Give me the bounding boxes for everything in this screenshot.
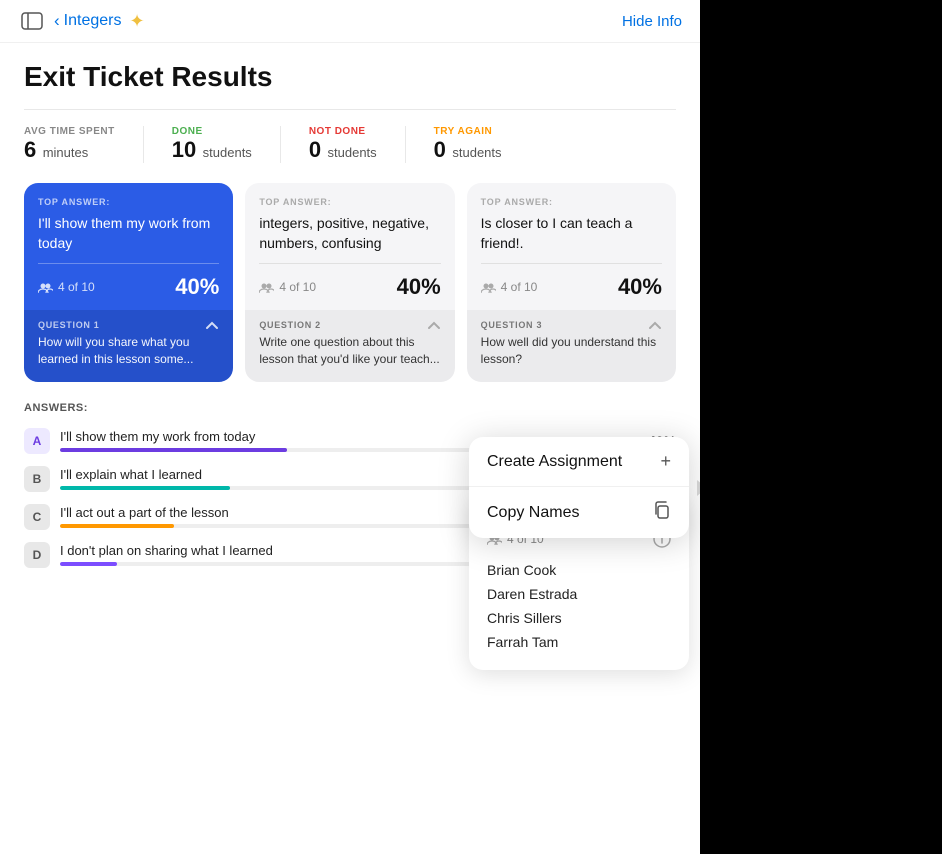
- card-2-top-answer-label: TOP ANSWER:: [259, 197, 440, 207]
- stat-avg-time-unit: minutes: [43, 145, 89, 160]
- hide-info-button[interactable]: Hide Info: [622, 13, 682, 30]
- back-chevron-icon: ‹: [54, 11, 60, 31]
- card-1-pct: 40%: [175, 274, 219, 300]
- card-1-question-text: How will you share what you learned in t…: [38, 334, 219, 368]
- card-2-stats: 4 of 10 40%: [245, 264, 454, 310]
- card-3-question-text: How well did you understand this lesson?: [481, 334, 662, 368]
- student-name-2: Chris Sillers: [487, 606, 671, 630]
- card-2-top-answer-text: integers, positive, negative, numbers, c…: [259, 214, 440, 253]
- card-2-bottom: QUESTION 2 Write one question about this…: [245, 310, 454, 382]
- answer-bar-d: [60, 562, 117, 566]
- card-2[interactable]: TOP ANSWER: integers, positive, negative…: [245, 183, 454, 382]
- card-1-students-count-label: 4 of 10: [58, 280, 95, 294]
- answer-letter-d: D: [24, 542, 50, 568]
- card-3[interactable]: TOP ANSWER: Is closer to I can teach a f…: [467, 183, 676, 382]
- stat-done: DONE 10 students: [172, 126, 281, 163]
- answer-letter-a: A: [24, 428, 50, 454]
- copy-icon: [653, 501, 671, 524]
- card-3-students-count-label: 4 of 10: [501, 280, 538, 294]
- sparkle-icon: ✦: [129, 11, 144, 32]
- card-1-top-answer-label: TOP ANSWER:: [38, 197, 219, 207]
- card-3-top-answer-text: Is closer to I can teach a friend!.: [481, 214, 662, 253]
- card-2-top: TOP ANSWER: integers, positive, negative…: [245, 183, 454, 263]
- stat-done-unit: students: [203, 145, 252, 160]
- content-area: Exit Ticket Results AVG TIME SPENT 6 min…: [0, 43, 700, 382]
- stat-avg-time-label: AVG TIME SPENT: [24, 126, 115, 137]
- stat-try-again: TRY AGAIN 0 students: [434, 126, 530, 163]
- card-3-bottom: QUESTION 3 How well did you understand t…: [467, 310, 676, 382]
- answer-bar-c: [60, 524, 174, 528]
- answer-bar-b: [60, 486, 230, 490]
- student-name-1: Daren Estrada: [487, 582, 671, 606]
- card-1-top: TOP ANSWER: I'll show them my work from …: [24, 183, 233, 263]
- card-2-question-label: QUESTION 2: [259, 320, 440, 330]
- stat-avg-time: AVG TIME SPENT 6 minutes: [24, 126, 144, 163]
- copy-names-button[interactable]: Copy Names: [469, 487, 689, 538]
- answer-letter-c: C: [24, 504, 50, 530]
- title-divider: [24, 109, 676, 110]
- card-3-top-answer-label: TOP ANSWER:: [481, 197, 662, 207]
- back-button[interactable]: ‹ Integers: [54, 11, 121, 31]
- popup-arrow: [697, 480, 707, 496]
- popup-box: Create Assignment + Copy Names: [469, 437, 689, 538]
- card-1-question-label: QUESTION 1: [38, 320, 219, 330]
- stats-row: AVG TIME SPENT 6 minutes DONE 10 student…: [24, 126, 676, 163]
- top-bar: ‹ Integers ✦ Hide Info: [0, 0, 700, 43]
- card-2-students-count: 4 of 10: [259, 280, 316, 294]
- card-3-question-label: QUESTION 3: [481, 320, 662, 330]
- cards-row: TOP ANSWER: I'll show them my work from …: [24, 183, 676, 382]
- card-2-students-count-label: 4 of 10: [279, 280, 316, 294]
- student-name-3: Farrah Tam: [487, 630, 671, 654]
- stat-not-done: NOT DONE 0 students: [309, 126, 406, 163]
- stat-not-done-value: 0: [309, 137, 321, 162]
- card-3-top: TOP ANSWER: Is closer to I can teach a f…: [467, 183, 676, 263]
- stat-done-label: DONE: [172, 126, 252, 137]
- stat-not-done-unit: students: [328, 145, 377, 160]
- main-panel: ‹ Integers ✦ Hide Info Exit Ticket Resul…: [0, 0, 700, 854]
- copy-names-label: Copy Names: [487, 504, 579, 522]
- card-1[interactable]: TOP ANSWER: I'll show them my work from …: [24, 183, 233, 382]
- stat-try-again-value: 0: [434, 137, 446, 162]
- answers-label: ANSWERS:: [24, 402, 676, 414]
- card-2-question-text: Write one question about this lesson tha…: [259, 334, 440, 368]
- card-1-top-answer-text: I'll show them my work from today: [38, 214, 219, 253]
- card-3-students-count: 4 of 10: [481, 280, 538, 294]
- student-name-0: Brian Cook: [487, 558, 671, 582]
- stat-try-again-label: TRY AGAIN: [434, 126, 502, 137]
- card-2-pct: 40%: [397, 274, 441, 300]
- card-1-students-count: 4 of 10: [38, 280, 95, 294]
- card-3-stats: 4 of 10 40%: [467, 264, 676, 310]
- popup-overlay: Create Assignment + Copy Names: [469, 437, 689, 538]
- card-1-bottom: QUESTION 1 How will you share what you l…: [24, 310, 233, 382]
- stat-done-value: 10: [172, 137, 196, 162]
- top-bar-left: ‹ Integers ✦: [18, 10, 145, 32]
- stat-avg-time-value: 6: [24, 137, 36, 162]
- sidebar-toggle-button[interactable]: [18, 10, 46, 32]
- plus-icon: +: [660, 451, 671, 472]
- stat-try-again-unit: students: [452, 145, 501, 160]
- create-assignment-label: Create Assignment: [487, 453, 622, 471]
- card-1-stats: 4 of 10 40%: [24, 264, 233, 310]
- page-title: Exit Ticket Results: [24, 61, 676, 93]
- answer-bar-a: [60, 448, 287, 452]
- answer-letter-b: B: [24, 466, 50, 492]
- black-panel: [700, 0, 942, 854]
- stat-not-done-label: NOT DONE: [309, 126, 377, 137]
- create-assignment-button[interactable]: Create Assignment +: [469, 437, 689, 487]
- back-label: Integers: [64, 12, 122, 30]
- card-3-pct: 40%: [618, 274, 662, 300]
